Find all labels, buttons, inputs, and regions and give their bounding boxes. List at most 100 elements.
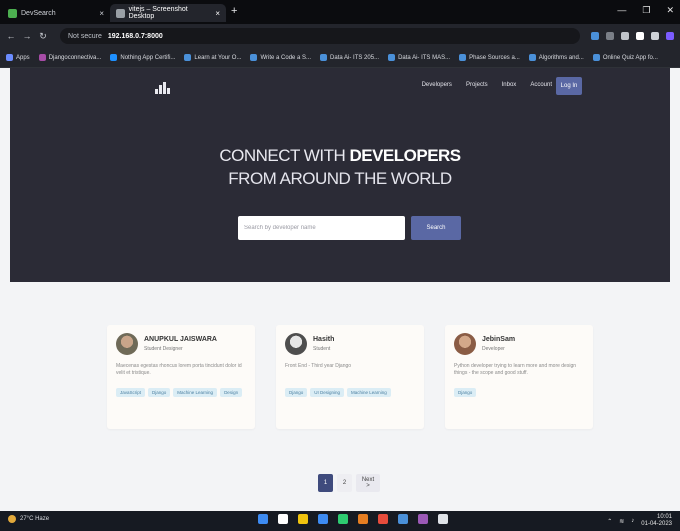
skill-tags: Django: [454, 388, 594, 397]
sun-icon: [8, 515, 16, 523]
developer-name: Hasith: [313, 336, 335, 343]
weather-text: 27°C Haze: [20, 516, 50, 522]
bookmark-item[interactable]: Nothing App Certifi...: [110, 54, 175, 61]
extension-icon[interactable]: [591, 32, 599, 40]
developer-name: JebinSam: [482, 336, 516, 343]
bookmark-item[interactable]: Learn at Your O...: [184, 54, 241, 61]
nav-developers[interactable]: Developers: [422, 82, 452, 88]
maximize-icon[interactable]: ❐: [642, 5, 650, 16]
close-tab-icon[interactable]: ×: [99, 9, 104, 18]
skill-tag: Design: [220, 388, 243, 397]
tab-title: DevSearch: [21, 9, 56, 17]
bookmark-item[interactable]: Data Ai- ITS 205...: [320, 54, 379, 61]
bookmark-item[interactable]: Data Ai- ITS MAS...: [388, 54, 450, 61]
bookmark-item[interactable]: Djangoconnectiva...: [38, 54, 101, 61]
taskbar-apps: [258, 514, 448, 524]
bookmark-icon: [184, 54, 192, 61]
taskbar-app-icon[interactable]: [358, 514, 368, 524]
devsearch-favicon-icon: [8, 8, 17, 18]
bookmark-item[interactable]: Phase Sources a...: [459, 54, 520, 61]
nav-projects[interactable]: Projects: [466, 82, 488, 88]
tab-screenshot[interactable]: vitejs – Screenshot Desktop ×: [110, 4, 226, 22]
hero-title: CONNECT WITH DEVELOPERS: [219, 146, 461, 165]
hero-section: Developers Projects Inbox Account Log In…: [10, 68, 670, 282]
file-explorer-icon[interactable]: [298, 514, 308, 524]
skill-tag: Machine Learning: [347, 388, 391, 397]
search-button[interactable]: Search: [411, 216, 461, 240]
forward-icon[interactable]: →: [22, 31, 32, 41]
page-1-button[interactable]: 1: [318, 474, 333, 492]
windows-taskbar: 27°C Haze ⌃ ≋ ♪ 10:01 01-04-2023: [0, 511, 680, 531]
tab-title: vitejs – Screenshot Desktop: [128, 6, 188, 20]
browser-tabstrip: DevSearch × vitejs – Screenshot Desktop …: [0, 0, 680, 24]
screenshot-favicon-icon: [116, 8, 125, 18]
developer-cards: ANUPKUL JAISWARA Student Designer Maecen…: [107, 325, 593, 429]
extension-icon[interactable]: [651, 32, 659, 40]
bookmark-item[interactable]: Write a Code a S...: [250, 54, 311, 61]
tab-devsearch[interactable]: DevSearch ×: [2, 4, 110, 22]
system-tray: ⌃ ≋ ♪ 10:01 01-04-2023: [607, 514, 672, 528]
window-controls: — ❐ ✕: [617, 5, 674, 16]
extensions-area: [591, 32, 674, 40]
taskbar-app-icon[interactable]: [378, 514, 388, 524]
taskbar-app-icon[interactable]: [318, 514, 328, 524]
bookmarks-bar: Apps Djangoconnectiva... Nothing App Cer…: [0, 48, 680, 68]
close-window-icon[interactable]: ✕: [666, 5, 674, 16]
skill-tags: Django UI Designing Machine Learning: [285, 388, 425, 397]
taskbar-app-icon[interactable]: [438, 514, 448, 524]
site-logo-icon[interactable]: [155, 82, 170, 94]
bookmark-item[interactable]: Online Quiz App fo...: [592, 54, 658, 61]
skill-tag: UI Designing: [310, 388, 345, 397]
minimize-icon[interactable]: —: [617, 5, 626, 16]
bookmark-icon: [592, 54, 600, 61]
page-2-button[interactable]: 2: [337, 474, 352, 492]
developer-headline: Student Designer: [144, 346, 183, 352]
close-tab-icon[interactable]: ×: [215, 9, 220, 18]
bookmark-icon: [110, 54, 118, 61]
hero-subtitle: FROM AROUND THE WORLD: [228, 169, 452, 188]
developer-bio: Maecenas egestas rhoncus lorem porta tin…: [116, 363, 242, 376]
extension-icon[interactable]: [606, 32, 614, 40]
developer-card[interactable]: Hasith Student Front End - Third year Dj…: [276, 325, 424, 429]
bookmark-icon: [320, 54, 328, 61]
skill-tag: JavaScript: [116, 388, 146, 397]
new-tab-button[interactable]: +: [231, 5, 237, 17]
profile-icon[interactable]: [666, 32, 674, 40]
developer-card[interactable]: JebinSam Developer Python developer tryi…: [445, 325, 593, 429]
not-secure-indicator[interactable]: Not secure: [68, 33, 102, 40]
avatar: [285, 333, 307, 355]
reload-icon[interactable]: ↻: [38, 31, 48, 42]
nav-inbox[interactable]: Inbox: [502, 82, 517, 88]
chevron-up-icon[interactable]: ⌃: [607, 518, 612, 525]
taskbar-app-icon[interactable]: [338, 514, 348, 524]
weather-widget[interactable]: 27°C Haze: [8, 515, 49, 523]
skill-tags: JavaScript Django Machine Learning Desig…: [116, 388, 256, 397]
developer-bio: Python developer trying to learn more an…: [454, 363, 577, 376]
bookmark-item[interactable]: Apps: [6, 54, 30, 61]
developer-search-input[interactable]: [238, 216, 405, 240]
extension-icon[interactable]: [621, 32, 629, 40]
nav-account[interactable]: Account: [530, 82, 552, 88]
bookmark-icon: [38, 54, 46, 61]
start-icon[interactable]: [258, 514, 268, 524]
taskbar-app-icon[interactable]: [418, 514, 428, 524]
login-button[interactable]: Log In: [556, 77, 582, 95]
clock[interactable]: 10:01 01-04-2023: [641, 514, 672, 528]
skill-tag: Machine Learning: [173, 388, 218, 397]
address-bar[interactable]: Not secure 192.168.0.7:8000: [60, 28, 580, 44]
volume-icon[interactable]: ♪: [631, 518, 634, 524]
skill-tag: Django: [148, 388, 171, 397]
next-page-button[interactable]: Next >: [356, 474, 380, 492]
bookmark-icon: [388, 54, 396, 61]
bookmark-item[interactable]: Algorithms and...: [528, 54, 584, 61]
developer-card[interactable]: ANUPKUL JAISWARA Student Designer Maecen…: [107, 325, 255, 429]
wifi-icon[interactable]: ≋: [619, 518, 624, 525]
taskbar-app-icon[interactable]: [398, 514, 408, 524]
extension-icon[interactable]: [636, 32, 644, 40]
back-icon[interactable]: ←: [6, 31, 16, 41]
pagination: 1 2 Next >: [318, 474, 380, 492]
developer-name: ANUPKUL JAISWARA: [144, 336, 217, 343]
time-text: 10:01: [656, 514, 672, 520]
taskbar-search-icon[interactable]: [278, 514, 288, 524]
skill-tag: Django: [454, 388, 477, 397]
